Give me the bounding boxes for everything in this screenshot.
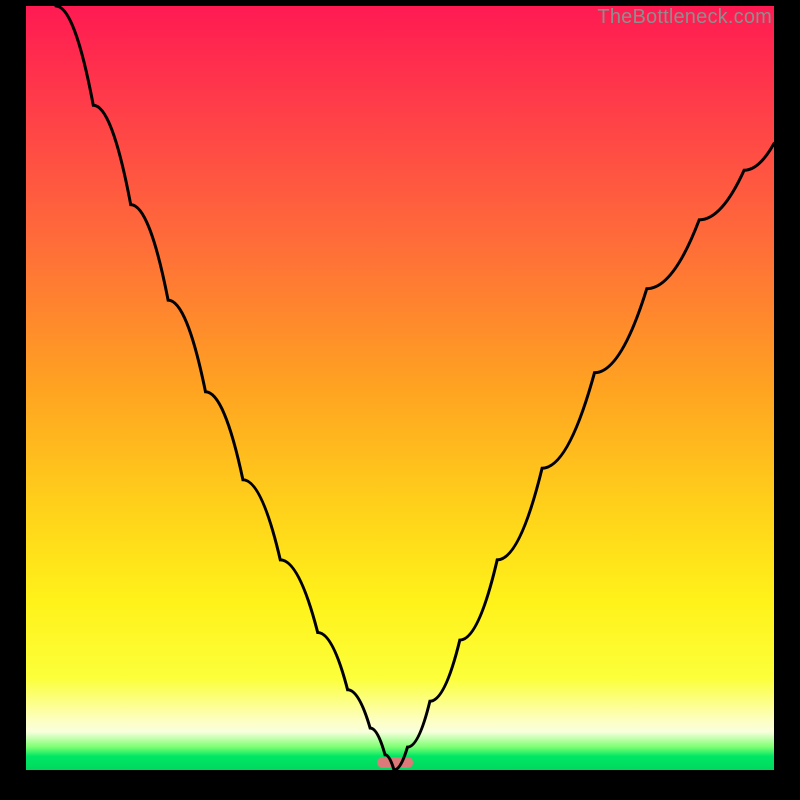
bottleneck-curve: [26, 6, 774, 770]
watermark-text: TheBottleneck.com: [597, 6, 772, 29]
plot-area: [26, 6, 774, 770]
chart-frame: TheBottleneck.com: [0, 0, 800, 800]
curve-path: [56, 6, 774, 770]
